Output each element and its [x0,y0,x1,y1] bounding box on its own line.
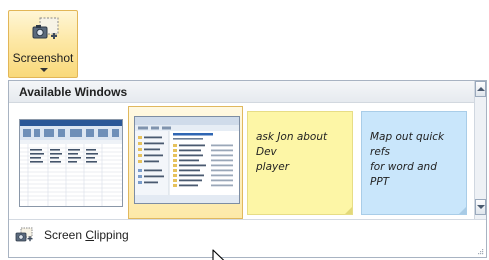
spreadsheet-preview [19,119,123,207]
screenshot-button[interactable]: Screenshot [8,10,78,78]
mouse-cursor-icon [212,249,225,260]
note-text-line-1: Map out quick refs [370,131,445,158]
scroll-up-button[interactable] [475,81,486,97]
arrow-down-icon [477,205,485,209]
note-text-line-2: player [256,161,290,173]
page-fold-icon [345,207,352,214]
screenshot-stage: Screenshot Available Windows ask Jon abo… [0,0,489,260]
sticky-note-window-blue[interactable]: Map out quick refs for word and PPT [361,111,467,215]
gallery-scrollbar[interactable] [474,81,486,219]
gallery-header: Available Windows [9,81,476,103]
screenshot-icon [32,17,59,39]
screenshot-dropdown: Available Windows ask Jon about Dev play… [8,80,487,260]
window-thumbnail-spreadsheet[interactable] [13,111,127,217]
window-thumbnail-explorer[interactable] [128,106,243,219]
chevron-down-icon [40,68,48,72]
page-fold-icon [459,207,466,214]
screen-clipping-icon [15,227,33,242]
available-windows-title: Available Windows [19,85,128,99]
screen-clipping-label: Screen Clipping [44,228,129,242]
spreadsheet-preview-image [20,120,122,206]
screenshot-label: Screenshot [12,51,74,65]
windows-gallery: ask Jon about Dev player Map out quick r… [9,103,476,260]
note-text-line-1: ask Jon about Dev [256,131,328,158]
screen-clipping-menu-item[interactable]: Screen Clipping [9,220,486,250]
sticky-note-window-yellow[interactable]: ask Jon about Dev player [247,111,353,215]
note-text-line-2: for word and PPT [370,161,437,188]
arrow-up-icon [477,87,485,91]
resize-grip-icon[interactable] [476,247,484,255]
explorer-preview [134,116,240,204]
explorer-preview-image [135,117,239,203]
scroll-down-button[interactable] [475,199,486,215]
